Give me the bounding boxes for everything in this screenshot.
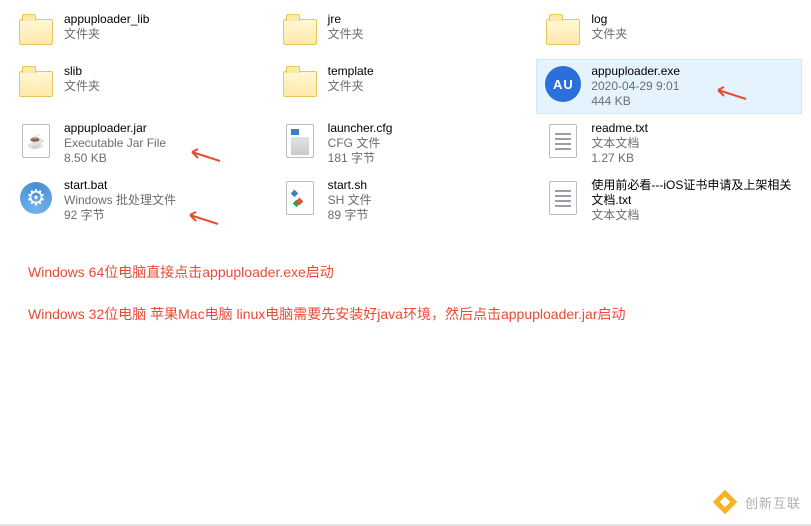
folder-icon <box>280 12 320 52</box>
file-name: slib <box>64 64 100 79</box>
file-item-readme-txt[interactable]: readme.txt 文本文档 1.27 KB <box>537 117 801 170</box>
file-size: 1.27 KB <box>591 151 648 166</box>
file-size: 8.50 KB <box>64 151 166 166</box>
file-type: 文件夹 <box>328 79 374 94</box>
jar-icon: ☕ <box>16 121 56 161</box>
file-item-start-sh[interactable]: ◆ start.sh SH 文件 89 字节 <box>274 174 538 227</box>
instructions-block: Windows 64位电脑直接点击appuploader.exe启动 Windo… <box>28 262 801 324</box>
file-item-appuploader-exe[interactable]: AU appuploader.exe 2020-04-29 9:01 444 K… <box>537 60 801 113</box>
file-item-start-bat[interactable]: start.bat Windows 批处理文件 92 字节 <box>10 174 274 227</box>
instruction-line-1: Windows 64位电脑直接点击appuploader.exe启动 <box>28 262 801 282</box>
file-type: 文件夹 <box>328 27 364 42</box>
file-type: SH 文件 <box>328 193 372 208</box>
file-type: Executable Jar File <box>64 136 166 151</box>
file-type: CFG 文件 <box>328 136 393 151</box>
watermark-text: 创新互联 <box>745 493 801 512</box>
file-name: jre <box>328 12 364 27</box>
instruction-line-2: Windows 32位电脑 苹果Mac电脑 linux电脑需要先安装好java环… <box>28 304 801 324</box>
file-name: appuploader.exe <box>591 64 680 79</box>
file-size: 444 KB <box>591 94 680 109</box>
file-item-appuploader-lib[interactable]: appuploader_lib 文件夹 <box>10 8 274 56</box>
file-item-readme-ios-txt[interactable]: 使用前必看---iOS证书申请及上架相关文档.txt 文本文档 <box>537 174 801 227</box>
file-type: 文本文档 <box>591 136 648 151</box>
file-explorer-view[interactable]: appuploader_lib 文件夹 jre 文件夹 log 文件夹 slib… <box>0 0 811 324</box>
app-au-icon: AU <box>543 64 583 104</box>
file-item-appuploader-jar[interactable]: ☕ appuploader.jar Executable Jar File 8.… <box>10 117 274 170</box>
file-size: 89 字节 <box>328 208 372 223</box>
bat-icon <box>16 178 56 218</box>
file-name: launcher.cfg <box>328 121 393 136</box>
file-item-jre[interactable]: jre 文件夹 <box>274 8 538 56</box>
file-item-launcher-cfg[interactable]: launcher.cfg CFG 文件 181 字节 <box>274 117 538 170</box>
file-name: 使用前必看---iOS证书申请及上架相关文档.txt <box>591 178 795 208</box>
file-name: template <box>328 64 374 79</box>
cfg-icon <box>280 121 320 161</box>
file-item-log[interactable]: log 文件夹 <box>537 8 801 56</box>
file-item-slib[interactable]: slib 文件夹 <box>10 60 274 113</box>
txt-icon <box>543 121 583 161</box>
file-type: 文件夹 <box>64 79 100 94</box>
file-name: start.bat <box>64 178 176 193</box>
txt-icon <box>543 178 583 218</box>
folder-icon <box>543 12 583 52</box>
file-grid: appuploader_lib 文件夹 jre 文件夹 log 文件夹 slib… <box>10 8 801 227</box>
file-size: 92 字节 <box>64 208 176 223</box>
file-type: 文件夹 <box>591 27 627 42</box>
file-name: start.sh <box>328 178 372 193</box>
watermark: 创新互联 <box>711 488 801 516</box>
file-type: 文件夹 <box>64 27 149 42</box>
folder-icon <box>16 64 56 104</box>
file-type: 文本文档 <box>591 208 795 223</box>
file-name: readme.txt <box>591 121 648 136</box>
file-item-template[interactable]: template 文件夹 <box>274 60 538 113</box>
watermark-logo-icon <box>711 488 739 516</box>
sh-icon: ◆ <box>280 178 320 218</box>
folder-icon <box>16 12 56 52</box>
folder-icon <box>280 64 320 104</box>
file-name: log <box>591 12 627 27</box>
file-name: appuploader_lib <box>64 12 149 27</box>
file-name: appuploader.jar <box>64 121 166 136</box>
file-type: Windows 批处理文件 <box>64 193 176 208</box>
file-size: 181 字节 <box>328 151 393 166</box>
file-date: 2020-04-29 9:01 <box>591 79 680 94</box>
